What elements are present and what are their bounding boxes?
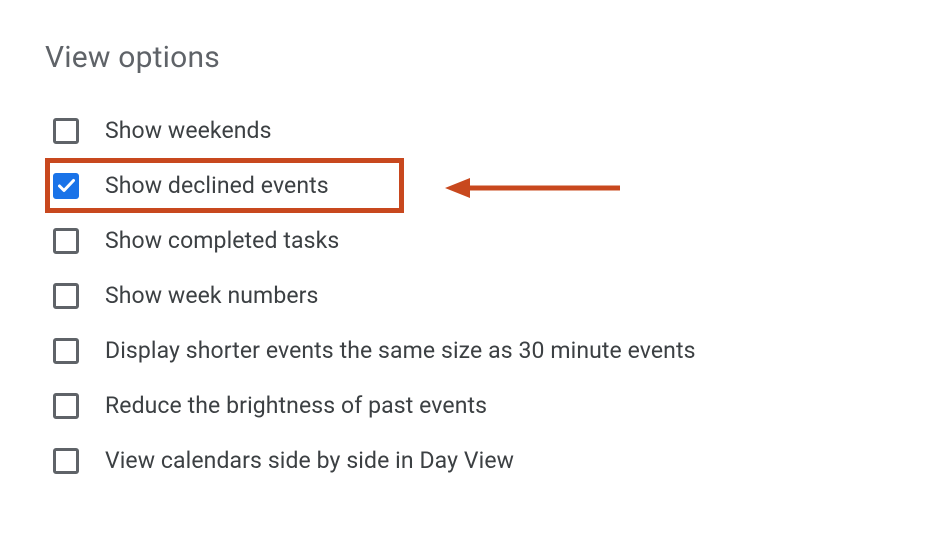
view-options-list: Show weekends Show declined events Show …: [45, 103, 930, 488]
option-label: Display shorter events the same size as …: [105, 337, 696, 364]
option-show-weekends[interactable]: Show weekends: [45, 103, 930, 158]
checkbox-show-week-numbers[interactable]: [53, 283, 79, 309]
option-reduce-brightness[interactable]: Reduce the brightness of past events: [45, 378, 930, 433]
checkbox-show-declined-events[interactable]: [53, 173, 79, 199]
option-label: Reduce the brightness of past events: [105, 392, 487, 419]
checkbox-show-completed-tasks[interactable]: [53, 228, 79, 254]
checkbox-reduce-brightness[interactable]: [53, 393, 79, 419]
option-side-by-side-day-view[interactable]: View calendars side by side in Day View: [45, 433, 930, 488]
checkbox-show-weekends[interactable]: [53, 118, 79, 144]
checkbox-side-by-side-day-view[interactable]: [53, 448, 79, 474]
option-label: Show completed tasks: [105, 227, 339, 254]
check-icon: [58, 178, 75, 193]
option-label: View calendars side by side in Day View: [105, 447, 514, 474]
option-label: Show declined events: [105, 172, 329, 199]
option-show-week-numbers[interactable]: Show week numbers: [45, 268, 930, 323]
option-show-completed-tasks[interactable]: Show completed tasks: [45, 213, 930, 268]
option-label: Show week numbers: [105, 282, 319, 309]
option-display-shorter-events[interactable]: Display shorter events the same size as …: [45, 323, 930, 378]
section-title: View options: [45, 40, 930, 75]
option-label: Show weekends: [105, 117, 272, 144]
option-show-declined-events[interactable]: Show declined events: [45, 158, 404, 213]
checkbox-display-shorter-events[interactable]: [53, 338, 79, 364]
